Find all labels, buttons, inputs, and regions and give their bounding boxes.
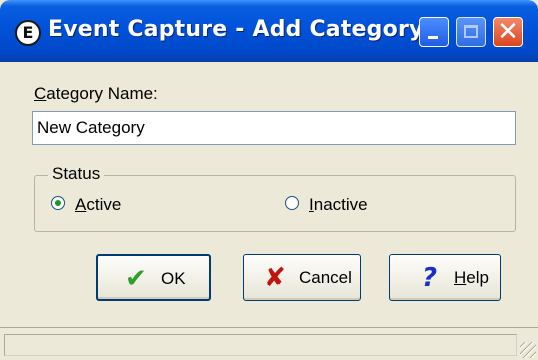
status-bar [0, 327, 538, 360]
cancel-button[interactable]: ✘ Cancel [243, 254, 361, 301]
active-radio-label[interactable]: Active [75, 195, 121, 215]
app-icon[interactable]: E [15, 20, 41, 46]
x-mark-icon: ✘ [264, 263, 286, 293]
inactive-radio-label[interactable]: Inactive [309, 195, 368, 215]
close-button[interactable]: ✕ [493, 17, 523, 47]
maximize-button[interactable] [456, 17, 486, 47]
minimize-button[interactable] [419, 17, 449, 47]
help-button[interactable]: ? Help [389, 254, 501, 301]
checkmark-icon: ✔ [125, 264, 147, 294]
inactive-rest: nactive [313, 195, 368, 214]
add-category-dialog: E Event Capture - Add Category ✕ Categor… [0, 0, 538, 360]
help-accel: H [454, 268, 467, 287]
resize-grip-icon[interactable] [520, 342, 536, 358]
active-rest: ctive [86, 195, 122, 214]
help-rest: elp [466, 268, 489, 287]
status-legend: Status [48, 164, 105, 184]
category-name-label-accel: C [34, 84, 47, 103]
radio-selected-dot [55, 200, 61, 206]
ok-button-label: OK [161, 269, 186, 288]
title-bar[interactable]: E Event Capture - Add Category ✕ [0, 0, 538, 62]
status-field [4, 334, 517, 356]
inactive-radio[interactable] [285, 196, 299, 210]
window-title: Event Capture - Add Category [48, 17, 424, 42]
category-name-label: Category Name: [34, 84, 158, 104]
maximize-icon [464, 25, 478, 38]
minimize-icon [428, 36, 438, 39]
question-mark-icon: ? [422, 263, 438, 293]
active-accel: A [75, 195, 87, 214]
active-radio[interactable] [51, 196, 65, 210]
ok-button[interactable]: ✔ OK [96, 254, 211, 301]
category-name-label-rest: ategory Name: [46, 84, 158, 103]
close-icon: ✕ [497, 17, 519, 47]
help-button-label: Help [454, 268, 489, 288]
cancel-button-label: Cancel [299, 268, 352, 287]
category-name-input[interactable] [32, 111, 516, 145]
